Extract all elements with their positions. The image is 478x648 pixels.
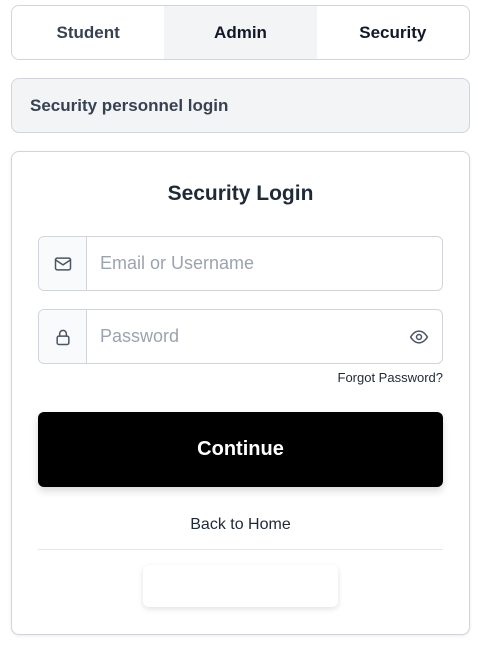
eye-icon[interactable] xyxy=(396,310,442,363)
back-to-home-link[interactable]: Back to Home xyxy=(12,516,469,534)
tab-admin[interactable]: Admin xyxy=(164,6,317,59)
lock-icon xyxy=(39,310,87,363)
email-field[interactable] xyxy=(87,237,442,290)
tab-security[interactable]: Security xyxy=(317,6,469,59)
login-card: Security Login Forgot Password? Continue xyxy=(11,151,470,635)
page-title: Security Login xyxy=(167,182,314,205)
secondary-button[interactable] xyxy=(143,565,338,607)
tab-student[interactable]: Student xyxy=(12,6,164,59)
password-field-group xyxy=(38,309,443,364)
role-banner: Security personnel login xyxy=(11,78,470,133)
divider xyxy=(38,549,443,550)
forgot-password-link[interactable]: Forgot Password? xyxy=(338,370,444,385)
continue-button[interactable]: Continue xyxy=(38,412,443,487)
mail-icon xyxy=(39,237,87,290)
password-field[interactable] xyxy=(87,310,396,363)
email-field-group xyxy=(38,236,443,291)
role-tabs: Student Admin Security xyxy=(11,5,470,60)
